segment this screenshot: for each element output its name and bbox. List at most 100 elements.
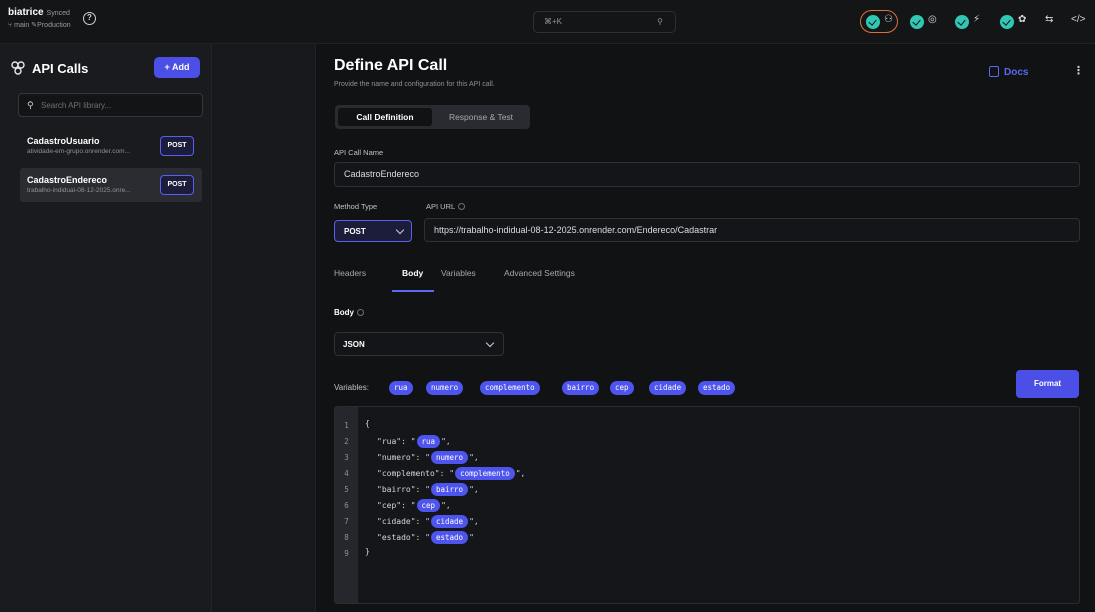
json-body-editor[interactable]: 1{2 "rua": " rua ", 3 "numero": " numero ", 4 "co… [334,406,1080,604]
code-variable-chip[interactable]: cep [416,499,441,512]
api-url-value: https://trabalho-indidual-08-12-2025.onr… [434,225,718,235]
tab-response-test[interactable]: Response & Test [435,108,527,126]
api-call-url: atividade-em-grupo.onrender.com... [27,148,130,155]
code-variable-chip[interactable]: bairro [430,483,469,496]
variable-chip[interactable]: rua [389,381,413,395]
body-label: Body [334,308,364,317]
branch-icon: ⑂ [8,22,13,29]
api-call-url: trabalho-indidual-08-12-2025.onre... [27,187,131,194]
body-type-value: JSON [343,340,365,349]
help-icon[interactable]: ? [83,12,96,25]
api-url-field[interactable]: https://trabalho-indidual-08-12-2025.onr… [424,218,1080,242]
variable-chip[interactable]: complemento [480,381,540,395]
deploy-status-icon[interactable]: ⚡ [973,14,980,25]
method-value: POST [344,227,366,236]
tab-body[interactable]: Body [402,268,423,278]
code-line: "bairro": " bairro ", [377,483,479,496]
api-group-icon [11,61,25,75]
tab-call-definition[interactable]: Call Definition [338,108,432,126]
variable-chip[interactable]: cep [610,381,634,395]
library-search: ⚲ [18,93,203,117]
code-variable-chip[interactable]: rua [416,435,441,448]
info-icon[interactable] [458,203,466,210]
format-button[interactable]: Format [1016,370,1079,398]
panel-title: API Calls [32,61,89,76]
code-text: "rua": " [377,437,416,446]
code-text: ", [469,517,479,526]
code-line: "complemento": " complemento ", [377,467,525,480]
variable-chip[interactable]: numero [426,381,464,395]
chevron-down-icon [395,225,405,235]
code-line: { [365,419,370,428]
api-call-name-value: CadastroEndereco [344,169,420,179]
tab-advanced-settings[interactable]: Advanced Settings [504,268,575,278]
check-status-icon[interactable] [910,15,924,29]
add-api-call-button[interactable]: + Add [154,57,200,78]
tab-headers[interactable]: Headers [334,268,366,278]
api-call-name: CadastroUsuario [27,136,100,146]
api-library-panel: API Calls + Add ⚲ CadastroUsuario ativid… [0,44,212,612]
more-options-icon[interactable]: ⋮ [1073,64,1084,77]
sync-status: Synced [46,10,70,17]
library-search-input[interactable] [41,98,191,113]
check-status-icon[interactable] [866,15,880,29]
page-title: Define API Call [334,57,448,74]
top-bar: biatrice Synced ⑂ main ✎Production ? ⌘+K … [0,0,1095,44]
code-variable-chip[interactable]: complemento [455,467,515,480]
search-shortcut: ⌘+K [544,17,563,26]
code-variable-chip[interactable]: estado [430,531,469,544]
code-line: "numero": " numero ", [377,451,479,464]
code-text: ", [441,501,451,510]
code-text: "cidade": " [377,517,430,526]
api-call-editor: Define API Call Provide the name and con… [316,44,1095,612]
body-label-text: Body [334,308,354,317]
code-variable-chip[interactable]: cidade [430,515,469,528]
api-call-name-field[interactable]: CadastroEndereco [334,162,1080,187]
command-search[interactable]: ⌘+K ⚲ [533,11,676,33]
line-number: 2 [344,437,349,446]
docs-link[interactable]: Docs [989,66,1028,78]
code-line: "rua": " rua ", [377,435,451,448]
environment-name: Production [37,22,71,29]
code-text: ", [515,469,526,478]
code-line: "estado": " estado " [377,531,474,544]
test-status-icon[interactable]: ◎ [928,14,937,25]
api-call-item[interactable]: CadastroUsuario atividade-em-grupo.onren… [20,129,202,163]
method-select[interactable]: POST [334,220,412,242]
project-brand[interactable]: biatrice Synced ⑂ main ✎Production [8,7,71,29]
api-call-name-label: API Call Name [334,148,384,157]
branch-name: main [14,22,30,29]
api-call-item-selected[interactable]: CadastroEndereco trabalho-indidual-08-12… [20,168,202,202]
check-status-icon[interactable] [1000,15,1014,29]
body-type-select[interactable]: JSON [334,332,504,356]
line-number: 6 [344,501,349,510]
line-number: 8 [344,533,349,542]
method-badge: POST [160,175,194,195]
code-line: "cep": " cep ", [377,499,451,512]
method-type-label: Method Type [334,202,378,211]
line-number: 5 [344,485,349,494]
code-text: "numero": " [377,453,430,462]
code-text: "cep": " [377,501,416,510]
branch-status-icon[interactable]: ⚇ [884,14,893,25]
check-status-icon[interactable] [955,15,969,29]
line-number: 3 [344,453,349,462]
docs-label: Docs [1004,67,1029,78]
docs-icon [989,66,999,77]
variable-chip[interactable]: estado [698,381,736,395]
code-variable-chip[interactable]: numero [430,451,469,464]
page-subtitle: Provide the name and configuration for t… [334,81,495,88]
api-call-name: CadastroEndereco [27,175,108,185]
tab-variables[interactable]: Variables [441,268,476,278]
code-view-icon[interactable]: </> [1071,14,1085,25]
share-icon[interactable]: ⇆ [1045,14,1053,25]
line-number: 7 [344,517,349,526]
code-text: ", [441,437,451,446]
info-icon[interactable] [357,309,364,316]
chevron-down-icon [485,338,495,348]
spacer-panel [212,44,316,612]
line-number: 9 [344,549,349,558]
variable-chip[interactable]: cidade [649,381,687,395]
bug-status-icon[interactable]: ✿ [1018,14,1026,25]
variable-chip[interactable]: bairro [562,381,600,395]
